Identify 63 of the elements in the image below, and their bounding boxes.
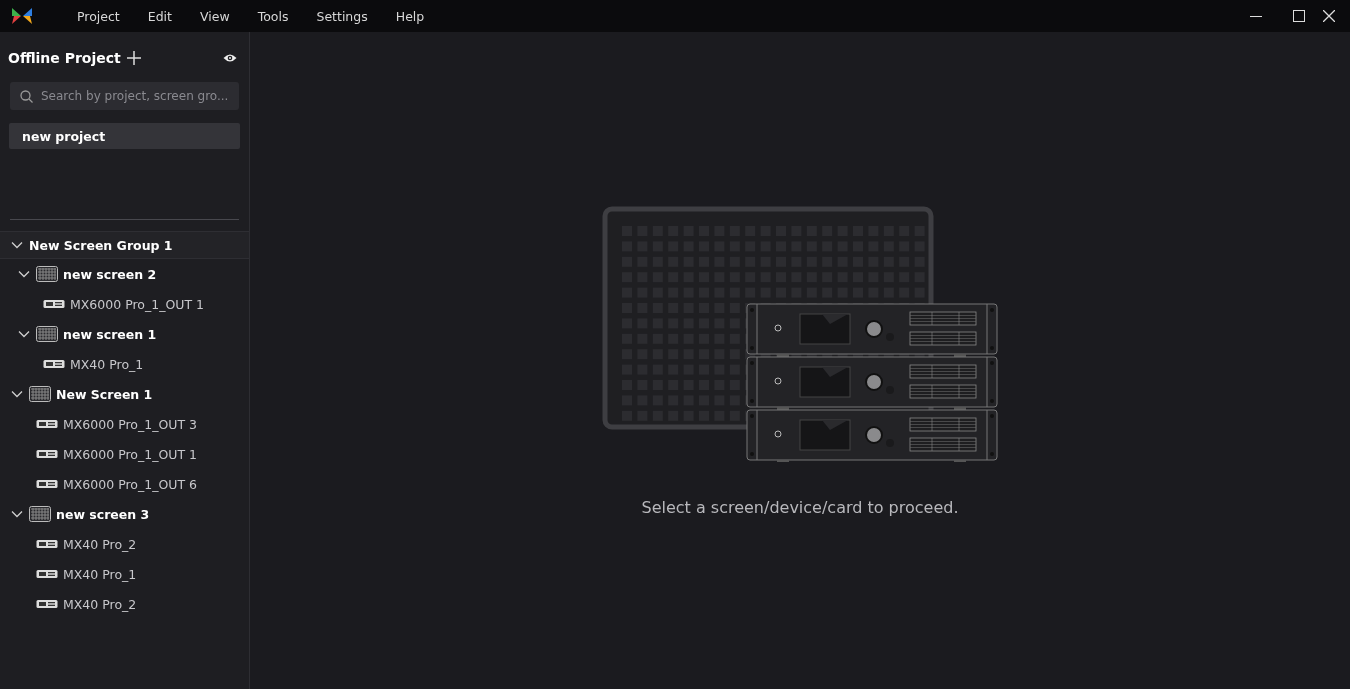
device-label: MX6000 Pro_1_OUT 1 bbox=[70, 296, 204, 312]
device-label: MX40 Pro_1 bbox=[70, 356, 144, 372]
chevron-icon[interactable] bbox=[11, 241, 23, 249]
device-label: MX6000 Pro_1_OUT 1 bbox=[63, 446, 197, 462]
plus-icon bbox=[126, 51, 141, 65]
tree-device-row[interactable]: MX6000 Pro_1_OUT 1 bbox=[0, 289, 249, 319]
chevron-icon[interactable] bbox=[18, 270, 30, 278]
tree-device-row[interactable]: MX6000 Pro_1_OUT 1 bbox=[0, 439, 249, 469]
chevron-icon[interactable] bbox=[11, 510, 23, 518]
device-icon bbox=[36, 419, 58, 429]
grid-screen-icon bbox=[29, 506, 51, 522]
device-icon bbox=[43, 359, 65, 369]
panel-title: Offline Project bbox=[8, 50, 121, 66]
close-icon bbox=[1323, 10, 1335, 22]
screen-label: new screen 2 bbox=[63, 266, 157, 282]
tree-device-row[interactable]: MX6000 Pro_1_OUT 3 bbox=[0, 409, 249, 439]
menu-item[interactable]: Project bbox=[77, 8, 120, 24]
grid-screen-icon bbox=[36, 326, 58, 342]
device-icon bbox=[36, 449, 58, 459]
tree-screen-row[interactable]: New Screen 1 bbox=[0, 379, 249, 409]
visibility-button[interactable] bbox=[223, 53, 237, 63]
device-icon bbox=[36, 539, 58, 549]
tree-screen-row[interactable]: new screen 3 bbox=[0, 499, 249, 529]
device-label: MX40 Pro_1 bbox=[63, 566, 137, 582]
eye-icon bbox=[223, 53, 237, 63]
tree-device-row[interactable]: MX40 Pro_2 bbox=[0, 589, 249, 619]
close-button[interactable] bbox=[1321, 8, 1337, 24]
menu-item[interactable]: Help bbox=[395, 8, 425, 24]
device-label: MX6000 Pro_1_OUT 6 bbox=[63, 476, 197, 492]
grid-screen-icon bbox=[29, 386, 51, 402]
menu-item[interactable]: Tools bbox=[257, 8, 289, 24]
group-label: New Screen Group 1 bbox=[29, 237, 173, 253]
tree-screen-row[interactable]: new screen 2 bbox=[0, 259, 249, 289]
device-label: MX6000 Pro_1_OUT 3 bbox=[63, 416, 197, 432]
tree-group-row[interactable]: New Screen Group 1 bbox=[0, 231, 249, 259]
menu-item[interactable]: View bbox=[200, 8, 230, 24]
search-field[interactable]: Search by project, screen gro... bbox=[10, 82, 239, 110]
project-item[interactable]: new project bbox=[9, 123, 240, 149]
menu-item[interactable]: Edit bbox=[147, 8, 172, 24]
maximize-button[interactable] bbox=[1291, 8, 1307, 24]
screen-label: new screen 3 bbox=[56, 506, 150, 522]
device-icon bbox=[36, 479, 58, 489]
tree-screen-row[interactable]: new screen 1 bbox=[0, 319, 249, 349]
maximize-icon bbox=[1293, 10, 1305, 22]
chevron-icon[interactable] bbox=[11, 390, 23, 398]
screen-label: New Screen 1 bbox=[56, 386, 153, 402]
add-button[interactable] bbox=[126, 51, 141, 65]
tree-device-row[interactable]: MX6000 Pro_1_OUT 6 bbox=[0, 469, 249, 499]
tree-device-row[interactable]: MX40 Pro_2 bbox=[0, 529, 249, 559]
search-icon bbox=[20, 89, 33, 103]
tree-device-row[interactable]: MX40 Pro_1 bbox=[0, 559, 249, 589]
chevron-icon[interactable] bbox=[18, 330, 30, 338]
screen-label: new screen 1 bbox=[63, 326, 157, 342]
device-label: MX40 Pro_2 bbox=[63, 596, 137, 612]
device-icon bbox=[36, 569, 58, 579]
empty-state-message: Select a screen/device/card to proceed. bbox=[641, 498, 959, 517]
logo-icon bbox=[11, 5, 33, 27]
tree-device-row[interactable]: MX40 Pro_1 bbox=[0, 349, 249, 379]
device-icon bbox=[36, 599, 58, 609]
menu-item[interactable]: Settings bbox=[316, 8, 368, 24]
device-icon bbox=[43, 299, 65, 309]
device-label: MX40 Pro_2 bbox=[63, 536, 137, 552]
grid-screen-icon bbox=[36, 266, 58, 282]
